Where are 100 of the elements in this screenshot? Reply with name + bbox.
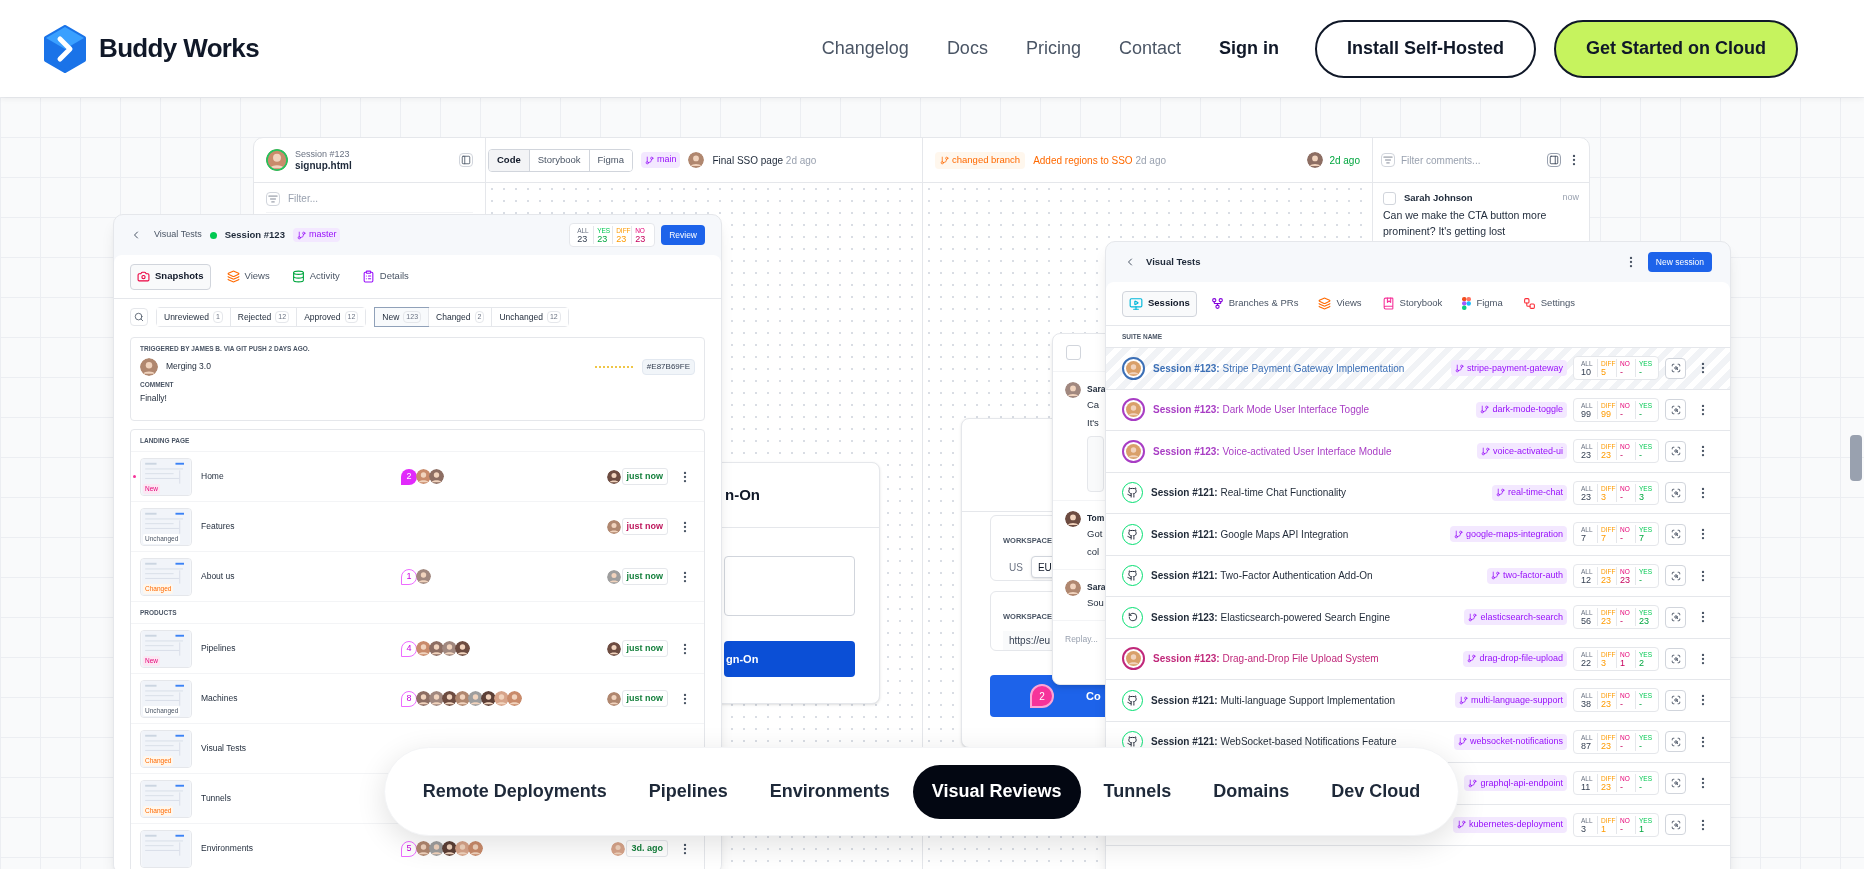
stat-value: 12 xyxy=(1581,575,1592,585)
filter-field[interactable]: Filter... xyxy=(288,191,473,206)
comment-count-badge[interactable]: 8 xyxy=(401,690,417,707)
branch-name: kubernetes-deployment xyxy=(1468,818,1563,831)
session-title: Session #121: Real-time Chat Functionality xyxy=(1151,486,1347,501)
stat-value: 3 xyxy=(1581,824,1587,834)
stat-value: - xyxy=(1639,409,1643,419)
filter-comments-field[interactable]: Filter comments... xyxy=(1401,152,1541,168)
stat-value: 1 xyxy=(1620,658,1626,668)
breadcrumb-link[interactable]: Visual Tests xyxy=(154,228,202,242)
panel-tab[interactable]: Branches & PRs xyxy=(1204,290,1305,317)
comment-author: Sara xyxy=(1087,581,1106,594)
panel-tab[interactable]: Details xyxy=(355,263,415,290)
panel-tab[interactable]: Snapshots xyxy=(130,263,211,290)
time-label: just now xyxy=(621,689,668,708)
nav-link[interactable]: Pricing xyxy=(1025,35,1081,62)
panel-tab[interactable]: Settings xyxy=(1516,290,1582,317)
stat-value: 3 xyxy=(1601,492,1607,502)
region-option[interactable]: US xyxy=(1003,556,1029,578)
branch-name: dark-mode-toggle xyxy=(1492,403,1563,416)
time-label: 3d. ago xyxy=(626,839,668,858)
view-tab[interactable]: Code xyxy=(489,149,529,171)
branch-name: graphql-api-endpoint xyxy=(1480,776,1563,790)
stat-value: - xyxy=(1639,700,1643,710)
commit-message: Final SSO page 2d ago xyxy=(712,153,817,168)
panel-title: Visual Tests xyxy=(1146,254,1201,269)
branch-name: voice-activated-ui xyxy=(1492,444,1563,458)
stat-value: - xyxy=(1620,451,1624,461)
page-name: Environments xyxy=(201,842,254,855)
session-title: Session #121: Google Maps API Integration xyxy=(1151,527,1349,542)
panel-tab[interactable]: Sessions xyxy=(1122,290,1197,317)
stat-value: - xyxy=(1620,409,1624,419)
stat-value: - xyxy=(1620,824,1624,834)
view-tab[interactable]: Figma xyxy=(588,149,632,171)
nav-link[interactable]: Docs xyxy=(946,35,988,62)
panel-tab[interactable]: Views xyxy=(220,263,276,290)
panel-tab[interactable]: Storybook xyxy=(1375,290,1449,317)
session-title: Session #123: Drag-and-Drop File Upload System xyxy=(1153,652,1379,667)
comment-count-badge[interactable]: 4 xyxy=(401,640,417,657)
nav-link[interactable]: Contact xyxy=(1118,35,1181,62)
branch-name: master xyxy=(308,228,337,242)
get-started-button[interactable]: Get Started on Cloud xyxy=(1554,19,1798,78)
stat-value: - xyxy=(1620,368,1624,378)
stat-value: 23 xyxy=(1601,741,1612,751)
comment-count-badge[interactable]: 2 xyxy=(401,468,417,485)
stat-value: - xyxy=(1620,741,1624,751)
product-tab[interactable]: Pipelines xyxy=(629,764,747,819)
stat-value: 1 xyxy=(1601,824,1607,834)
page-name: Visual Tests xyxy=(201,742,248,755)
commit-title: Merging 3.0 xyxy=(166,360,211,374)
install-button[interactable]: Install Self-Hosted xyxy=(1314,19,1536,78)
stat-value: 7 xyxy=(1581,534,1587,544)
branch-name: main xyxy=(656,153,677,167)
comment-count-badge[interactable]: 1 xyxy=(401,568,417,585)
stat-value: - xyxy=(1639,368,1643,378)
stat-value: 3 xyxy=(1639,492,1645,502)
sign-on-button[interactable]: gn-On xyxy=(724,641,855,677)
new-session-button[interactable]: New session xyxy=(1647,252,1712,272)
stat-value: - xyxy=(1620,617,1624,627)
file-name: signup.html xyxy=(295,160,352,172)
stat-value: - xyxy=(1620,783,1624,793)
page-name: Features xyxy=(201,520,236,533)
session-label: Session #123 xyxy=(295,148,351,160)
panel-tab[interactable]: Activity xyxy=(285,263,346,290)
stat-value: 2 xyxy=(1639,658,1645,668)
nav-link[interactable]: Changelog xyxy=(821,35,909,62)
page-name: Machines xyxy=(201,692,239,705)
branch-name: two-factor-auth xyxy=(1502,569,1563,582)
sign-in-link[interactable]: Sign in xyxy=(1218,35,1279,62)
review-button[interactable]: Review xyxy=(661,225,705,245)
panel-tab[interactable]: Figma xyxy=(1456,290,1509,317)
time-label: just now xyxy=(621,639,668,658)
stat-value: 99 xyxy=(1601,409,1612,419)
reply-field[interactable]: Replay... xyxy=(1065,633,1105,646)
comment-text: Ca xyxy=(1087,398,1101,412)
stat-value: 23 xyxy=(597,235,609,244)
stat-value: - xyxy=(1620,700,1624,710)
panel-tab[interactable]: Views xyxy=(1312,290,1368,317)
stat-value: - xyxy=(1639,451,1643,461)
product-tab[interactable]: Visual Reviews xyxy=(912,764,1081,819)
stat-value: 22 xyxy=(1581,658,1592,668)
product-tab[interactable]: Environments xyxy=(750,764,909,819)
branch-name: websocket-notifications xyxy=(1469,735,1563,748)
stat-value: 1 xyxy=(1639,824,1645,834)
comment-text: col xyxy=(1087,545,1101,559)
comment-text: Got xyxy=(1087,527,1104,541)
branch-name: stripe-payment-gateway xyxy=(1466,361,1563,375)
stat-value: 3 xyxy=(1601,658,1607,668)
product-tab[interactable]: Remote Deployments xyxy=(403,764,626,819)
stat-value: 23 xyxy=(1601,783,1612,793)
stat-value: - xyxy=(1639,741,1643,751)
comment-author: Tom xyxy=(1087,512,1105,525)
brand-name[interactable]: Buddy Works xyxy=(99,29,259,68)
time-label: just now xyxy=(621,467,668,486)
session-title: Session #123: Voice-activated User Interface Module xyxy=(1153,444,1392,459)
page-name: About us xyxy=(201,570,236,583)
comment-text: Finally! xyxy=(140,391,168,405)
comment-count-badge[interactable]: 5 xyxy=(401,840,417,857)
branch-name: real-time-chat xyxy=(1508,486,1563,499)
stat-value: 23 xyxy=(1581,492,1592,502)
